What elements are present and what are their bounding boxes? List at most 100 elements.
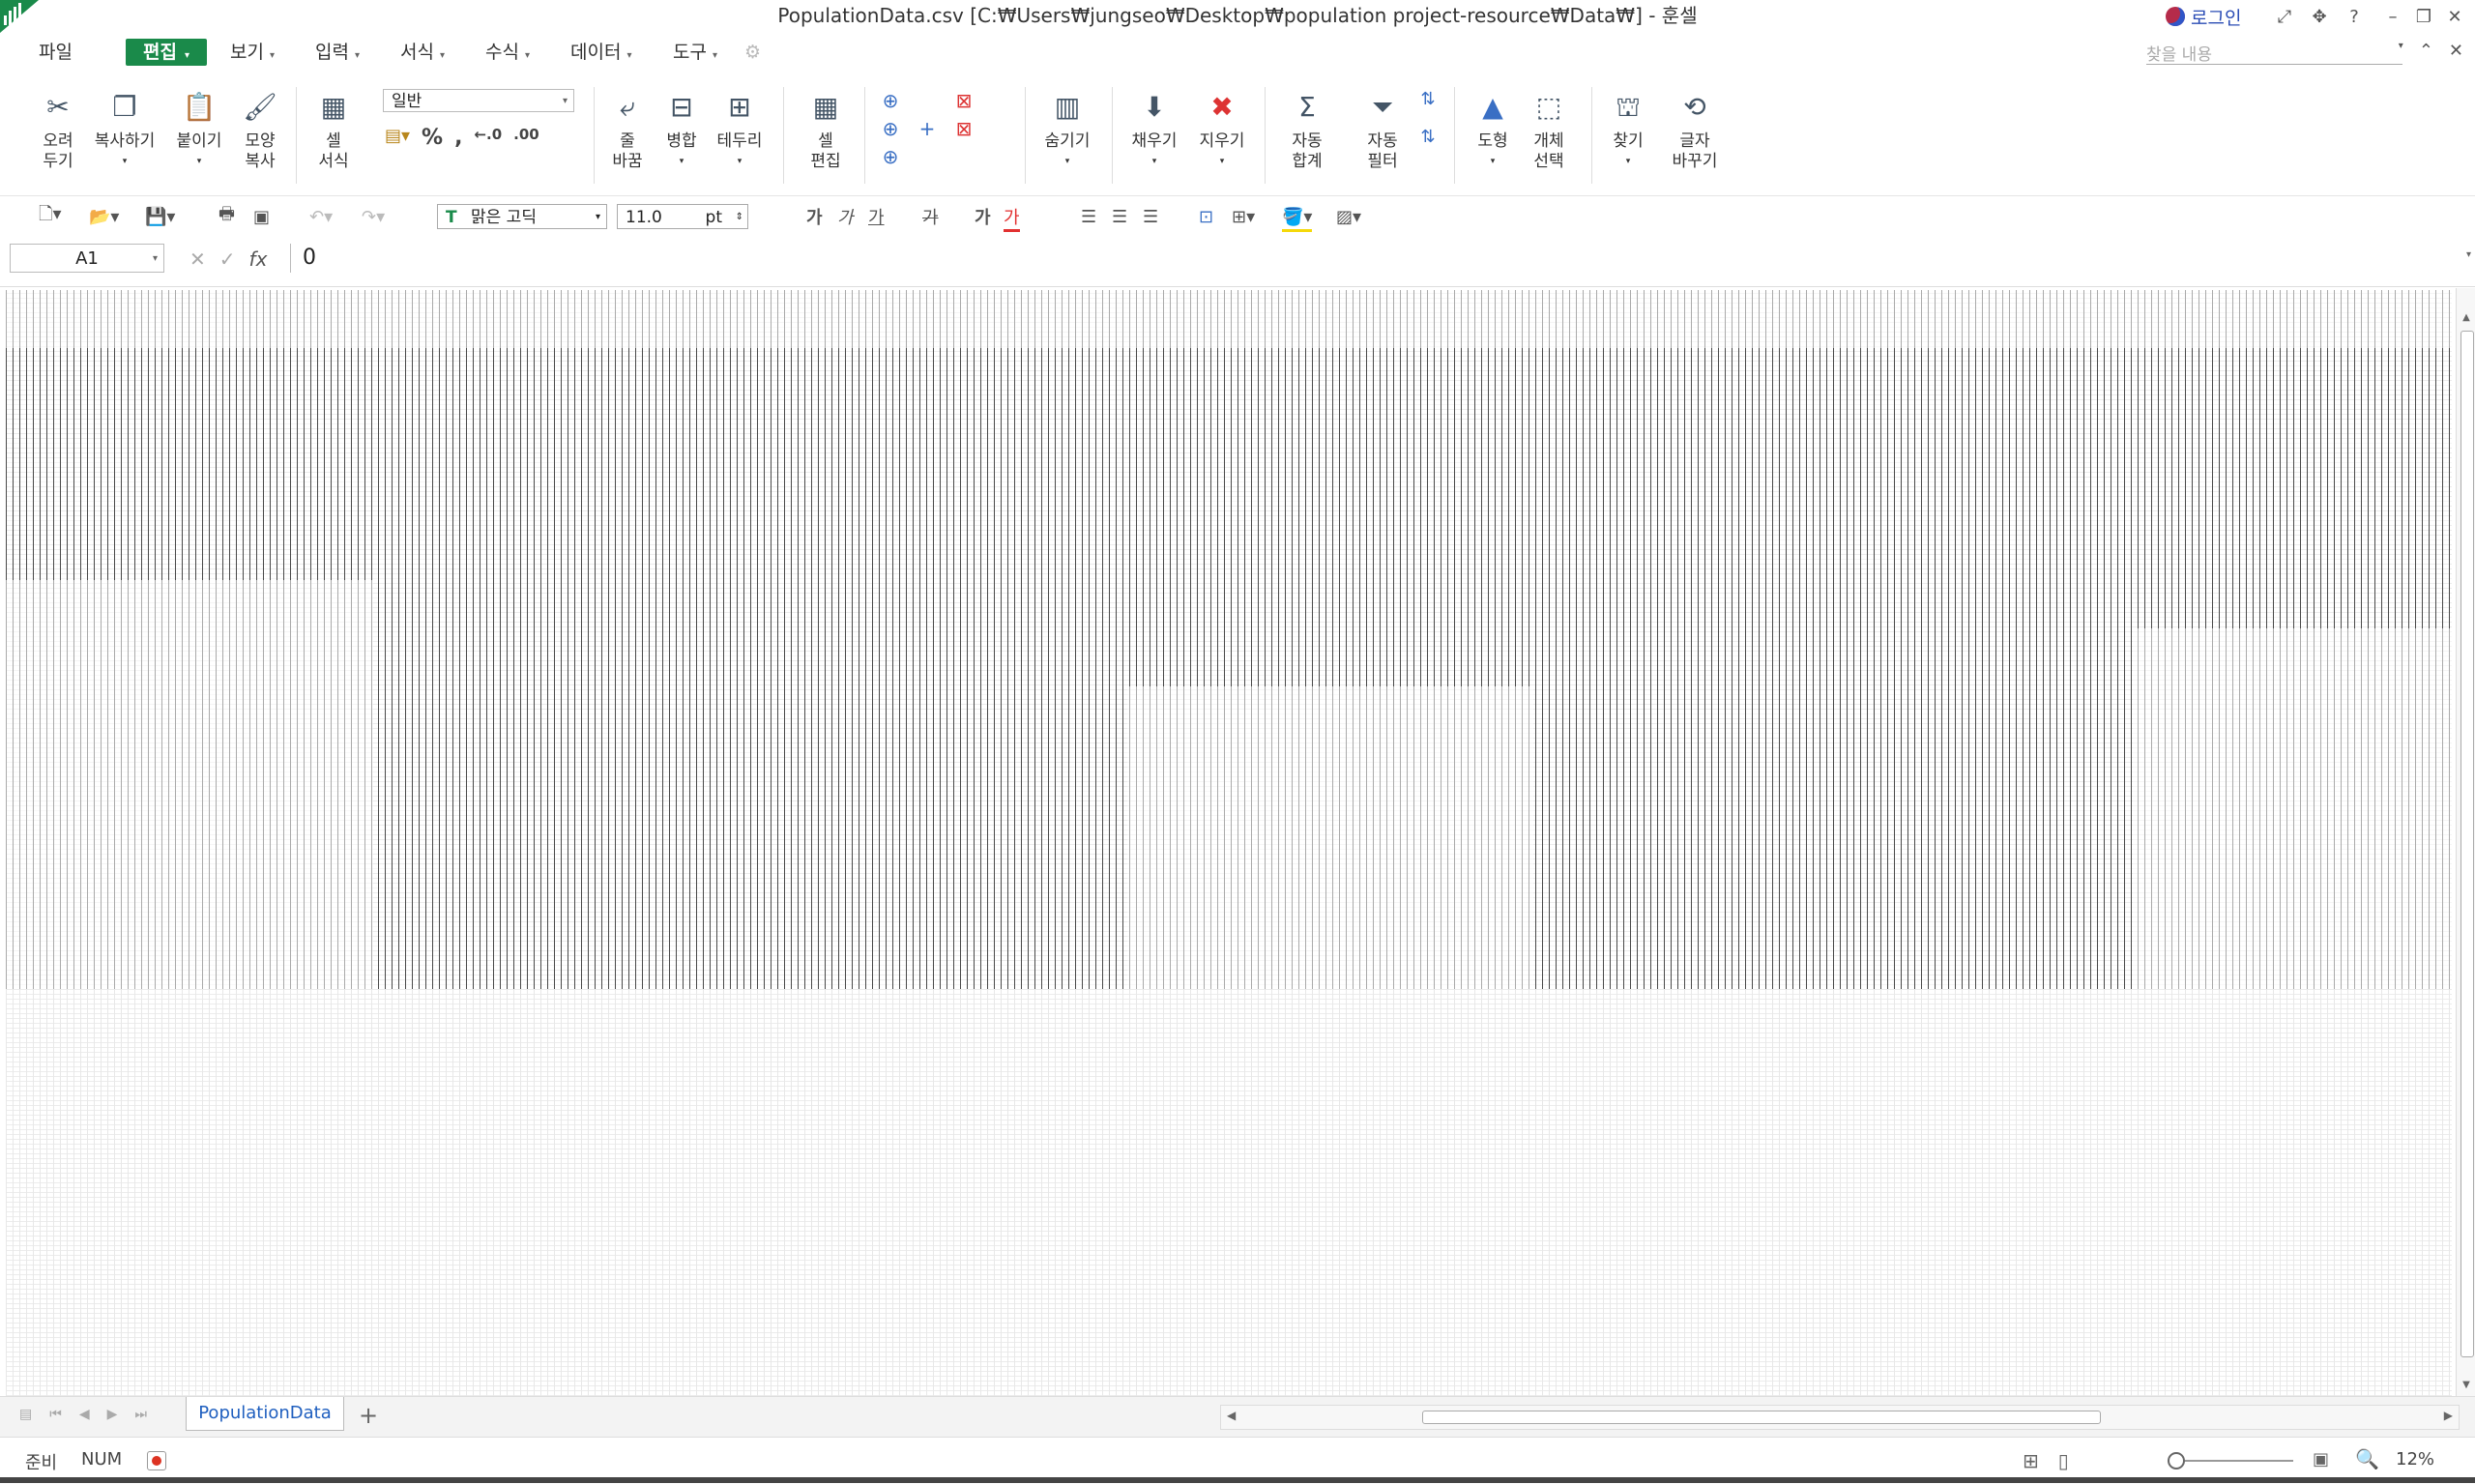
horizontal-scroll-thumb[interactable] [1422,1411,2101,1424]
normal-view-icon[interactable]: ⊞ [2023,1449,2039,1472]
last-sheet-icon[interactable]: ⏭ [134,1407,147,1422]
scroll-up-icon[interactable]: ▲ [2457,309,2475,327]
wrap-text-button[interactable]: ⤶ 줄 바꿈 [605,87,650,172]
paste-button[interactable]: 📋 붙이기 ▾ [172,87,226,172]
fullscreen-icon[interactable]: ⤢ [2272,4,2297,29]
menu-formula[interactable]: 수식 ▾ [485,39,530,66]
currency-icon[interactable]: ▤▾ [385,126,410,150]
sheet-list-icon[interactable]: ▤ [19,1407,32,1422]
formula-input[interactable]: 0 [290,244,2458,273]
scroll-right-icon[interactable]: ▶ [2444,1409,2453,1422]
doc-close-icon[interactable]: ✕ [2449,41,2463,61]
prev-sheet-icon[interactable]: ◀ [79,1407,90,1422]
format-painter-button[interactable]: 🖌 모양 복사 [238,87,282,172]
ribbon-pin-icon[interactable]: ⚙ [744,39,761,66]
scroll-left-icon[interactable]: ◀ [1227,1409,1236,1422]
border-button[interactable]: ⊞ 테두리 ▾ [712,87,768,172]
print-icon[interactable]: 🖶 [218,204,235,229]
horizontal-scrollbar[interactable]: ◀ ▶ [1220,1405,2460,1430]
align-left-icon[interactable]: ☰ [1081,204,1096,229]
menu-data[interactable]: 데이터 ▾ [570,39,631,66]
percent-button[interactable]: % [422,126,443,150]
menu-tools[interactable]: 도구 ▾ [673,39,717,66]
underline-button[interactable]: 가 [868,204,885,229]
font-size-input[interactable]: 11.0 pt ⇕ [617,204,748,229]
shape-button[interactable]: ▲ 도형 ▾ [1468,87,1518,172]
clear-button[interactable]: ✖ 지우기 ▾ [1191,87,1253,172]
search-input[interactable]: 찾을 내용 [2146,41,2402,65]
menu-format[interactable]: 서식 ▾ [400,39,445,66]
menu-file[interactable]: 파일 [39,39,73,66]
scroll-down-icon[interactable]: ▼ [2457,1377,2475,1394]
borders-icon[interactable]: ⊞▾ [1232,204,1255,229]
select-object-button[interactable]: ⬚ 개체 선택 [1524,87,1574,172]
search-dropdown-icon[interactable]: ▾ [2399,41,2403,61]
align-center-icon[interactable]: ☰ [1112,204,1127,229]
find-button[interactable]: ⛫ 찾기 ▾ [1605,87,1651,172]
cell-format-button[interactable]: ▦ 셀 서식 [311,87,356,172]
copy-button[interactable]: ❐ 복사하기 ▾ [91,87,159,172]
increase-decimal-button[interactable]: ←.0 [474,126,502,150]
zoom-slider[interactable] [2168,1460,2293,1462]
login-button[interactable]: 로그인 [2166,4,2241,29]
function-icon[interactable]: fx [249,247,268,271]
data-cells[interactable] [6,290,2452,989]
fill-color-icon[interactable]: 🪣▾ [1282,204,1313,232]
help-icon[interactable]: ? [2342,4,2367,29]
bold-button[interactable]: 가 [806,204,823,229]
insert-row-above-icon[interactable]: ⊕ [876,91,905,111]
restore-button[interactable]: ❐ [2411,4,2436,29]
italic-button[interactable]: 가 [837,204,854,229]
ribbon-collapse-icon[interactable]: ⌃ [2419,41,2433,61]
new-file-icon[interactable]: 🗋▾ [39,204,62,229]
move-icon[interactable]: ✥ [2307,4,2332,29]
macro-record-icon[interactable] [147,1451,166,1470]
align-right-icon[interactable]: ☰ [1143,204,1158,229]
cell-edit-button[interactable]: ▦ 셀 편집 [801,87,851,172]
decrease-decimal-button[interactable]: .00 [513,126,539,150]
spreadsheet-grid[interactable] [0,288,2454,1396]
menu-edit[interactable]: 편집 ▾ [126,39,207,66]
insert-row-below-icon[interactable]: ⊕ [876,147,905,167]
fit-page-icon[interactable]: ▣ [2313,1449,2329,1469]
cut-button[interactable]: ✂ 오려 두기 [35,87,81,172]
sort-asc-icon[interactable]: ⇅ [1413,89,1442,109]
add-sheet-button[interactable]: + [354,1403,383,1428]
font-select[interactable]: T 맑은 고딕 ▾ [437,204,607,229]
sheet-tab-populationdata[interactable]: PopulationData [186,1397,344,1431]
font-color-button[interactable]: 가 [1004,204,1020,232]
autofilter-button[interactable]: ⏷ 자동 필터 [1357,87,1408,172]
autosum-button[interactable]: Σ 자동 합계 [1282,87,1332,172]
insert-col-left-icon[interactable]: ⊕ [876,119,905,139]
sort-desc-icon[interactable]: ⇅ [1413,127,1442,147]
insert-cell-icon[interactable]: + [913,119,942,139]
zoom-icon[interactable]: 🔍 [2355,1447,2379,1470]
delete-cell-icon[interactable]: ⊠ [949,91,978,111]
vertical-scrollbar[interactable]: ▲ ▼ [2456,288,2475,1396]
first-sheet-icon[interactable]: ⏮ [49,1407,62,1422]
confirm-icon[interactable]: ✓ [219,247,236,271]
vertical-scroll-thumb[interactable] [2460,331,2474,1357]
strikethrough-button[interactable]: 가 [922,204,939,229]
merge-button[interactable]: ⊟ 병합 ▾ [659,87,704,172]
print-preview-icon[interactable]: ▣ [253,204,270,229]
name-box[interactable]: A1 ▾ [10,244,164,273]
page-layout-icon[interactable]: ▯ [2058,1449,2069,1472]
menu-insert[interactable]: 입력 ▾ [315,39,360,66]
open-file-icon[interactable]: 📂▾ [89,204,119,229]
hide-button[interactable]: ▥ 숨기기 ▾ [1036,87,1098,172]
save-icon[interactable]: 💾▾ [145,204,175,229]
redo-icon[interactable]: ↷▾ [362,204,385,229]
undo-icon[interactable]: ↶▾ [309,204,333,229]
next-sheet-icon[interactable]: ▶ [107,1407,118,1422]
merge-center-icon[interactable]: ⊡ [1199,204,1213,229]
pattern-icon[interactable]: ▨▾ [1336,204,1361,229]
delete-col-icon[interactable]: ⊠ [949,119,978,139]
menu-view[interactable]: 보기 ▾ [230,39,275,66]
number-format-select[interactable]: 일반 ▾ [383,89,574,112]
formula-expand-icon[interactable]: ▾ [2466,249,2471,260]
replace-button[interactable]: ⟲ 글자 바꾸기 [1663,87,1727,172]
shadow-button[interactable]: 가 [975,204,991,229]
fill-button[interactable]: ⬇ 채우기 ▾ [1123,87,1185,172]
cancel-icon[interactable]: ✕ [189,247,206,271]
